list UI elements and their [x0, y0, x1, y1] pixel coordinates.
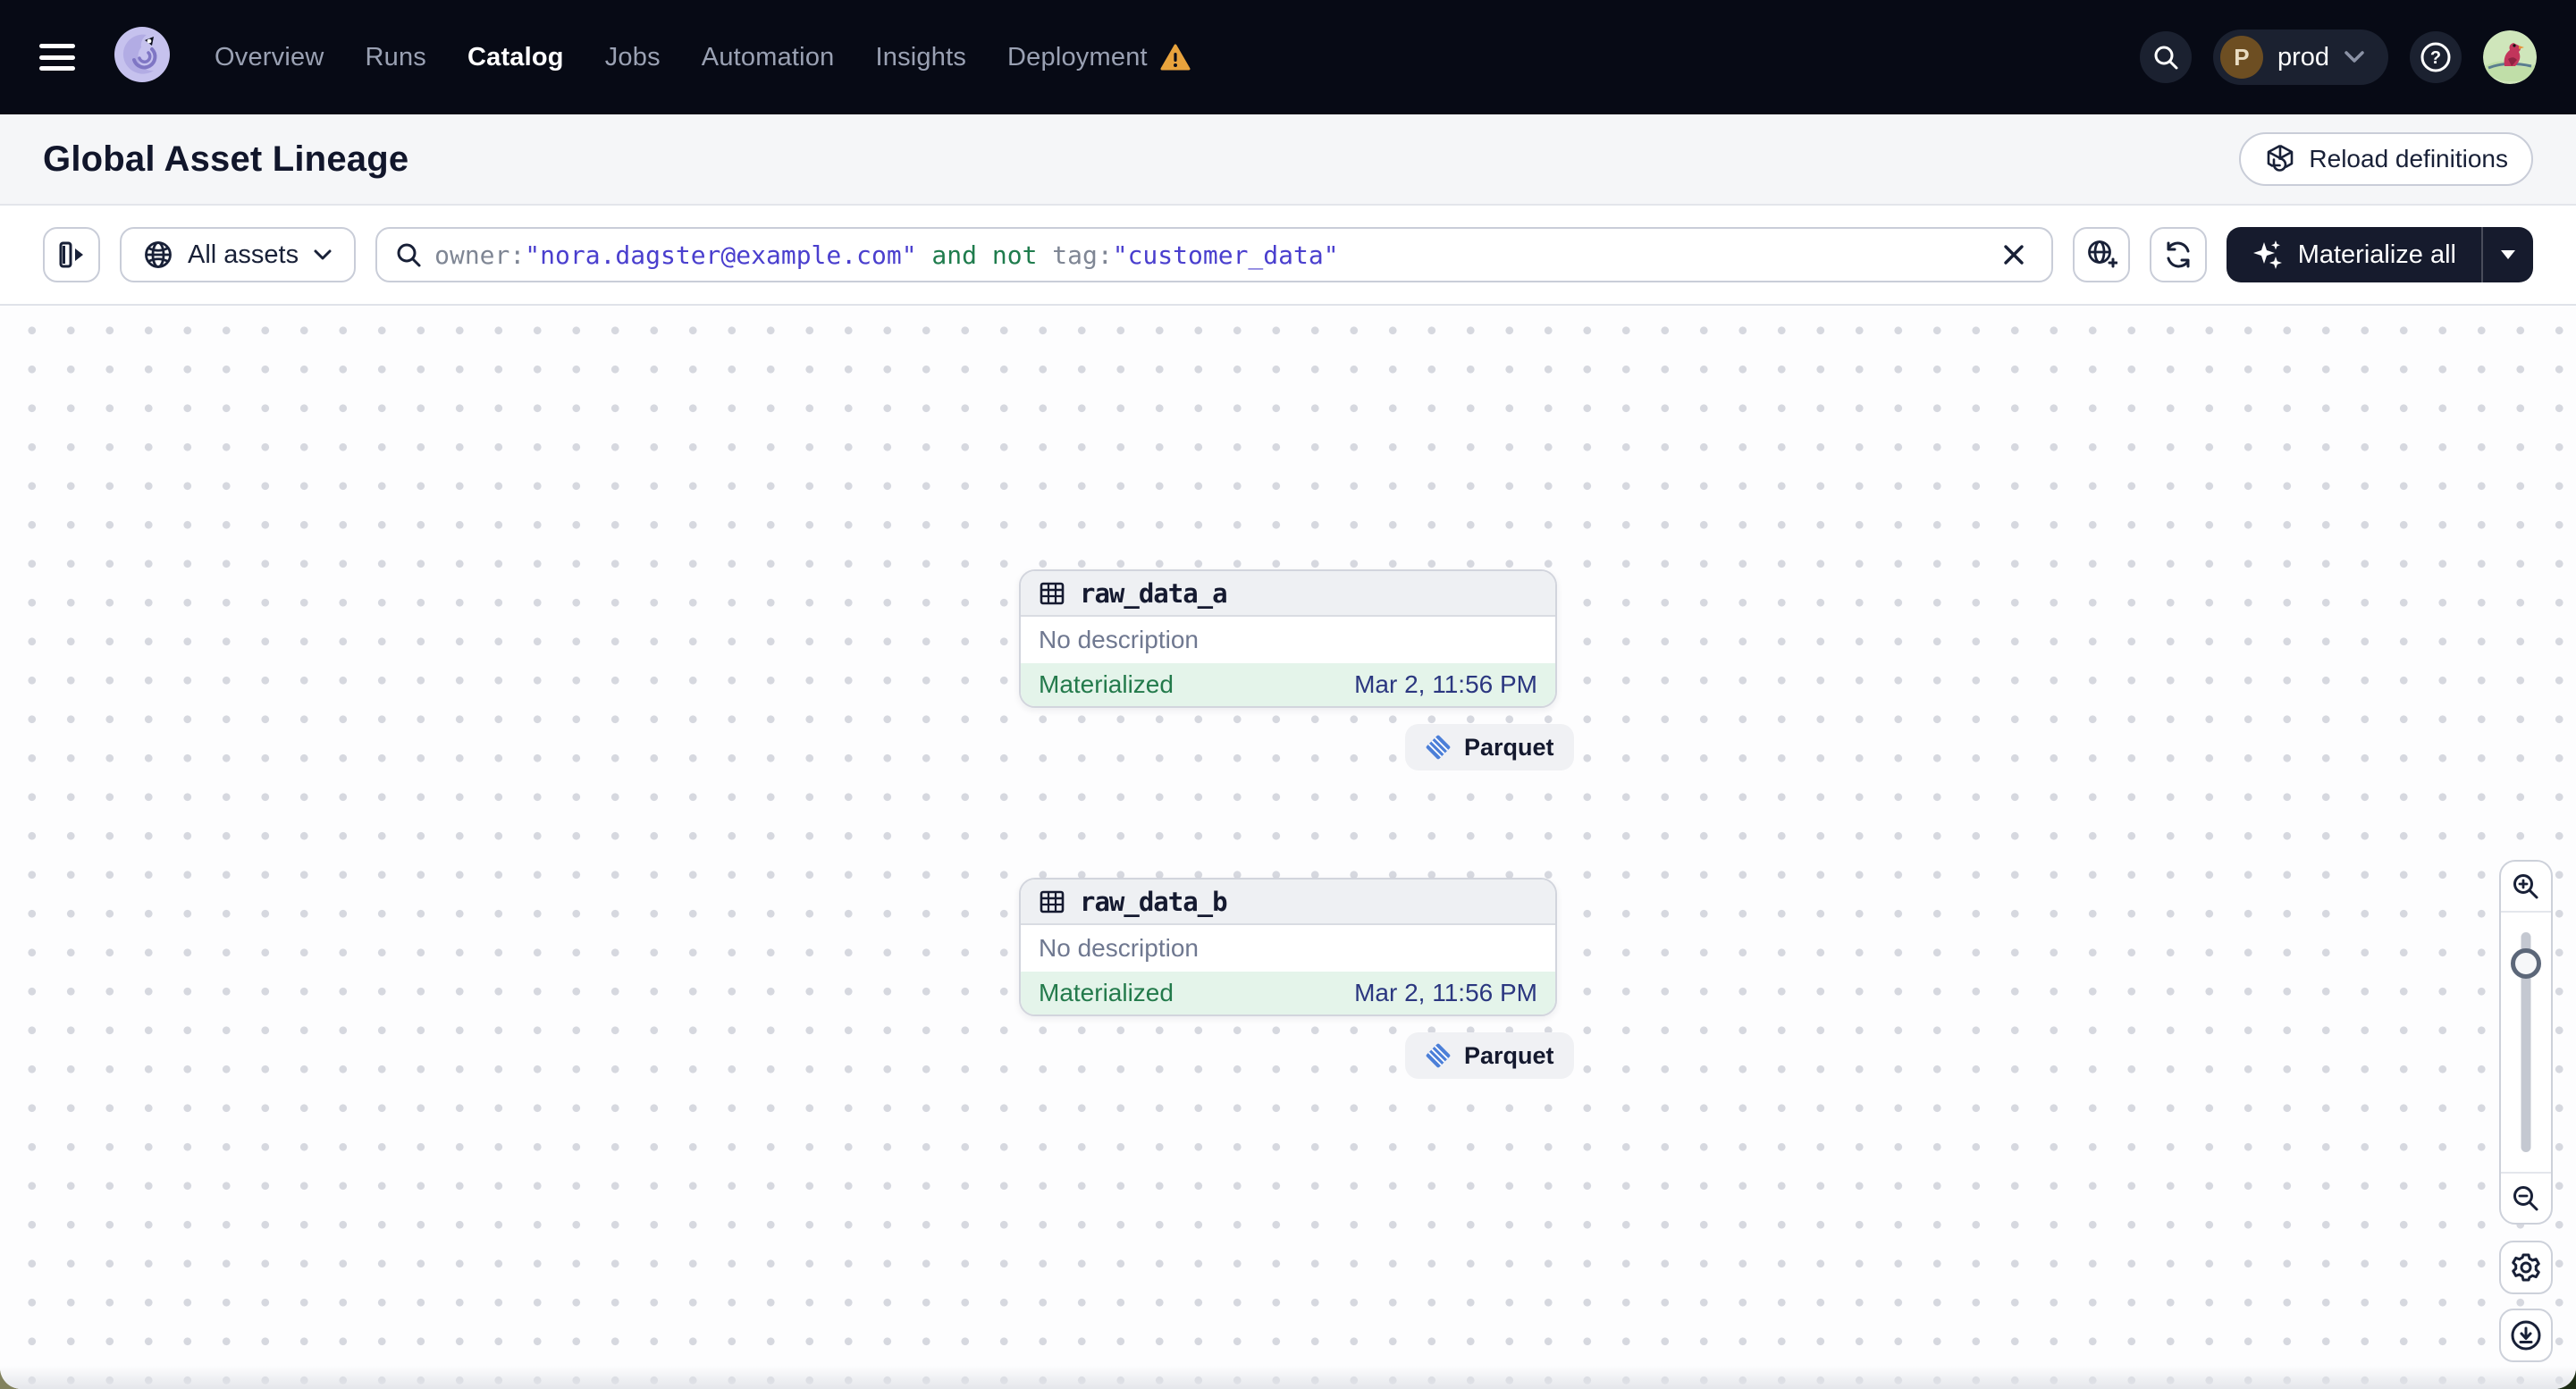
compute-kind-tag-parquet[interactable]: Parquet [1405, 724, 1574, 770]
download-image-button[interactable] [2499, 1309, 2553, 1362]
materialized-status: Materialized [1039, 979, 1174, 1006]
refresh-button[interactable] [2149, 227, 2207, 282]
nav-item-runs[interactable]: Runs [365, 43, 426, 72]
materialized-timestamp[interactable]: Mar 2, 11:56 PM [1354, 670, 1537, 699]
asset-node-body: No description [1021, 925, 1555, 972]
zoom-controls [2499, 860, 2553, 1225]
asset-name: raw_data_b [1080, 886, 1228, 917]
globe-icon [145, 241, 172, 268]
chevron-down-icon [314, 249, 332, 260]
filter-to-selection-button[interactable] [2072, 227, 2130, 282]
nav-items: Overview Runs Catalog Jobs Automation In… [215, 43, 1191, 72]
app-window: Overview Runs Catalog Jobs Automation In… [0, 0, 2576, 1389]
help-button[interactable]: ? [2410, 31, 2462, 83]
materialized-status: Materialized [1039, 670, 1174, 698]
nav-item-automation[interactable]: Automation [702, 43, 835, 72]
tag-label: Parquet [1464, 1041, 1554, 1069]
clear-filter-button[interactable] [1994, 235, 2033, 274]
zoom-in-button[interactable] [2501, 862, 2551, 913]
materialize-all-button[interactable]: Materialize all [2227, 227, 2481, 282]
download-icon [2511, 1320, 2541, 1351]
zoom-slider [2501, 913, 2551, 1172]
globe-add-icon [2087, 240, 2117, 268]
chevron-down-icon [2344, 51, 2364, 63]
refresh-icon [2167, 241, 2190, 268]
sparkles-icon [2252, 240, 2282, 269]
user-avatar[interactable] [2483, 30, 2537, 84]
canvas-bottom-fade [0, 1366, 2576, 1389]
page-header: Global Asset Lineage Reload definitions [0, 114, 2576, 206]
zoom-in-icon [2513, 873, 2538, 898]
filter-query-text: owner:"nora.dagster@example.com" and not… [434, 240, 1339, 270]
nav-item-deployment[interactable]: Deployment [1007, 43, 1191, 72]
table-icon [1040, 582, 1065, 604]
search-icon [2154, 46, 2178, 70]
dagster-logo-icon[interactable] [107, 22, 177, 92]
materialized-timestamp[interactable]: Mar 2, 11:56 PM [1354, 979, 1537, 1007]
menu-icon[interactable] [39, 44, 75, 71]
asset-node-raw-data-b[interactable]: raw_data_b No description Materialized M… [1019, 878, 1557, 1016]
top-nav: Overview Runs Catalog Jobs Automation In… [0, 0, 2576, 114]
lineage-canvas[interactable]: raw_data_a No description Materialized M… [0, 306, 2576, 1389]
parquet-icon [1426, 735, 1451, 760]
page-title: Global Asset Lineage [43, 139, 409, 179]
asset-node-body: No description [1021, 617, 1555, 663]
open-sidebar-button[interactable] [43, 227, 100, 282]
warning-icon [1160, 44, 1191, 71]
gear-icon [2512, 1253, 2540, 1282]
materialize-options-button[interactable] [2483, 227, 2533, 282]
reload-definitions-button[interactable]: Reload definitions [2239, 132, 2533, 186]
caret-down-icon [2501, 250, 2515, 259]
lineage-toolbar: All assets owner:"nora.dagster@example.c… [0, 206, 2576, 306]
asset-name: raw_data_a [1080, 577, 1228, 609]
graph-settings-button[interactable] [2499, 1241, 2553, 1294]
asset-description: No description [1039, 626, 1199, 653]
parquet-icon [1426, 1043, 1451, 1068]
nav-item-insights[interactable]: Insights [875, 43, 966, 72]
nav-item-catalog[interactable]: Catalog [467, 43, 564, 72]
zoom-out-icon [2513, 1185, 2538, 1210]
asset-node-raw-data-a[interactable]: raw_data_a No description Materialized M… [1019, 569, 1557, 708]
asset-node-status-bar: Materialized Mar 2, 11:56 PM [1021, 972, 1555, 1014]
asset-filter-input[interactable]: owner:"nora.dagster@example.com" and not… [375, 227, 2053, 282]
search-button[interactable] [2139, 31, 2192, 83]
svg-text:?: ? [2430, 48, 2441, 68]
asset-description: No description [1039, 934, 1199, 962]
deployment-initial-badge: P [2219, 36, 2263, 79]
asset-node-status-bar: Materialized Mar 2, 11:56 PM [1021, 663, 1555, 706]
compute-kind-tag-parquet[interactable]: Parquet [1405, 1032, 1574, 1079]
materialize-all-split-button: Materialize all [2226, 227, 2533, 282]
nav-item-jobs[interactable]: Jobs [605, 43, 661, 72]
deployment-switcher[interactable]: P prod [2212, 29, 2388, 85]
asset-node-header: raw_data_a [1021, 571, 1555, 617]
nav-item-overview[interactable]: Overview [215, 43, 324, 72]
reload-cube-icon [2268, 144, 2294, 172]
close-icon [2004, 245, 2024, 265]
asset-scope-dropdown[interactable]: All assets [120, 227, 357, 282]
panel-expand-icon [59, 241, 83, 268]
search-icon [397, 243, 421, 267]
tag-label: Parquet [1464, 733, 1554, 761]
nav-right: P prod ? [2139, 29, 2537, 85]
deployment-name: prod [2277, 42, 2329, 72]
zoom-slider-thumb[interactable] [2511, 948, 2541, 979]
help-icon: ? [2420, 42, 2451, 72]
asset-node-header: raw_data_b [1021, 880, 1555, 925]
zoom-out-button[interactable] [2501, 1172, 2551, 1223]
table-icon [1040, 890, 1065, 913]
